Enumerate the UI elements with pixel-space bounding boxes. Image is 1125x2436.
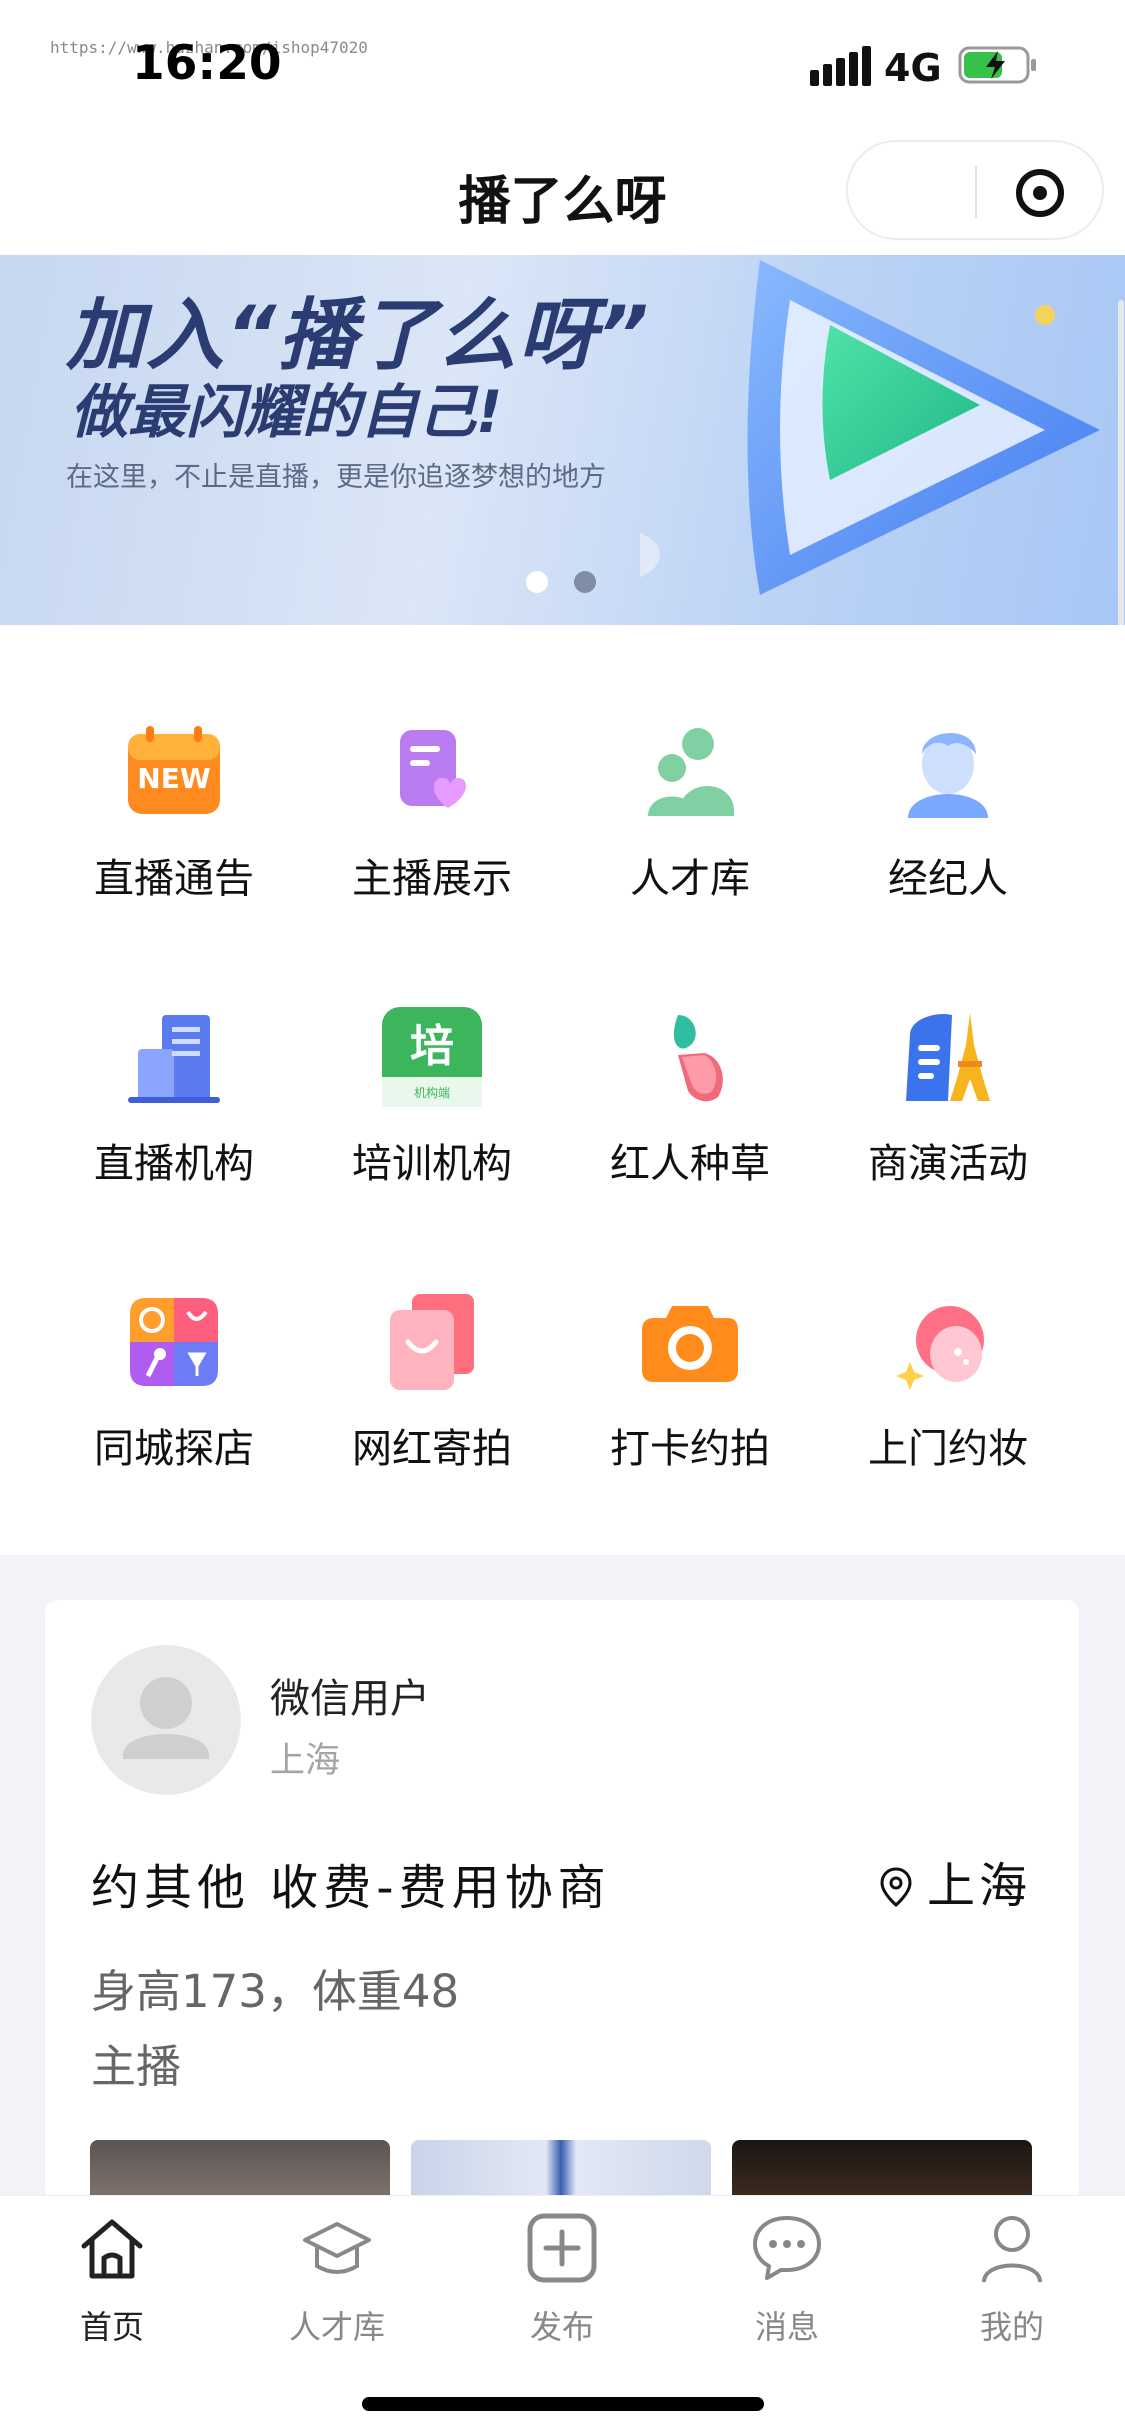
post-photo[interactable]: [732, 2140, 1032, 2200]
post-photo[interactable]: [411, 2140, 711, 2200]
tab-publish[interactable]: 发布: [472, 2212, 652, 2352]
camera-icon: [642, 1306, 738, 1382]
category-label: 同城探店: [94, 1426, 254, 1472]
post-username[interactable]: 微信用户: [270, 1666, 430, 1724]
graduation-cap-icon: [303, 2222, 371, 2274]
location-pin-icon: [880, 1867, 912, 1907]
category-item[interactable]: 打卡约拍: [576, 1290, 796, 1490]
training-icon: 培 机构端: [382, 1007, 482, 1107]
post-location: 上海: [879, 1846, 1031, 1916]
promo-banner[interactable]: 加入“播了么呀” 做最闪耀的自己! 在这里，不止是直播，更是你追逐梦想的地方: [0, 255, 1125, 625]
category-grid: NEW 直播通告 主播展示 人才库 经纪人 直播机构 培 机构端 培训机构 红人…: [0, 625, 1125, 1555]
category-item[interactable]: 培 机构端 培训机构: [318, 1005, 538, 1205]
plus-square-icon: [527, 2213, 597, 2283]
post-card[interactable]: 微信用户 上海 约其他 收费-费用协商 上海 身高173，体重48 主播: [45, 1600, 1079, 2200]
category-item[interactable]: 直播机构: [60, 1005, 280, 1205]
user-icon: [982, 2216, 1042, 2283]
category-label: 打卡约拍: [610, 1426, 770, 1472]
tab-profile[interactable]: 我的: [922, 2212, 1102, 2352]
mini-program-capsule: [846, 140, 1104, 240]
category-label: 网红寄拍: [352, 1426, 512, 1472]
close-target-icon[interactable]: [1016, 169, 1064, 217]
status-time: 16:20: [132, 36, 282, 91]
svg-text:NEW: NEW: [137, 762, 211, 795]
category-label: 红人种草: [610, 1141, 770, 1187]
status-bar: https://www.huzhan.com/ishop47020 16:20 …: [0, 0, 1125, 135]
post-role: 主播: [91, 2040, 182, 2093]
pagination-dot-active[interactable]: [526, 571, 548, 593]
category-label: 直播通告: [94, 856, 254, 902]
category-item[interactable]: 人才库: [576, 720, 796, 920]
category-label: 主播展示: [352, 856, 512, 902]
navigation-bar: 播了么呀: [0, 135, 1125, 255]
post-user-city: 上海: [270, 1741, 341, 1781]
tab-label: 首页: [79, 2308, 144, 2346]
play-triangle-art: [640, 260, 1100, 595]
sprout-icon: [673, 1015, 723, 1102]
tab-home[interactable]: 首页: [22, 2212, 202, 2352]
category-label: 培训机构: [352, 1141, 512, 1187]
tab-label: 消息: [754, 2308, 819, 2346]
new-badge-icon: NEW: [128, 726, 220, 814]
profile-heart-icon: [400, 730, 467, 808]
makeup-icon: [896, 1306, 984, 1390]
default-avatar-icon: [123, 1677, 209, 1759]
category-item[interactable]: NEW 直播通告: [60, 720, 280, 920]
category-item[interactable]: 商演活动: [834, 1005, 1054, 1205]
capsule-divider: [975, 166, 977, 218]
category-item[interactable]: 红人种草: [576, 1005, 796, 1205]
category-item[interactable]: 网红寄拍: [318, 1290, 538, 1490]
post-location-text: 上海: [926, 1858, 1031, 1914]
tab-label: 我的: [979, 2308, 1044, 2346]
tab-messages[interactable]: 消息: [697, 2212, 877, 2352]
signal-icon: [810, 44, 872, 86]
eiffel-tower-icon: [906, 1013, 990, 1101]
tab-talent[interactable]: 人才库: [247, 2212, 427, 2352]
category-item[interactable]: 同城探店: [60, 1290, 280, 1490]
banner-pagination: [526, 571, 622, 595]
agent-avatar-icon: [908, 732, 988, 818]
category-item[interactable]: 上门约妆: [834, 1290, 1054, 1490]
battery-charging-icon: [958, 46, 1036, 84]
chat-bubble-icon: [753, 2216, 821, 2280]
people-icon: [648, 728, 735, 816]
training-icon-text: 培: [410, 1021, 454, 1072]
building-icon: [128, 1015, 220, 1103]
category-label: 上门约妆: [868, 1426, 1028, 1472]
tab-label: 发布: [529, 2308, 594, 2346]
banner-subheadline: 做最闪耀的自己!: [70, 378, 503, 446]
home-icon: [81, 2219, 143, 2279]
category-item[interactable]: 主播展示: [318, 720, 538, 920]
category-label: 商演活动: [868, 1141, 1028, 1187]
training-icon-subtext: 机构端: [414, 1085, 450, 1100]
shopping-bag-icon: [390, 1294, 474, 1390]
tab-label: 人才库: [288, 2308, 385, 2346]
avatar[interactable]: [91, 1645, 241, 1795]
category-label: 人才库: [630, 856, 750, 902]
category-label: 经纪人: [888, 856, 1008, 902]
category-item[interactable]: 经纪人: [834, 720, 1054, 920]
network-type: 4G: [884, 46, 942, 90]
banner-tagline: 在这里，不止是直播，更是你追逐梦想的地方: [66, 462, 606, 493]
post-photo[interactable]: [90, 2140, 390, 2200]
entertainment-icon: [130, 1298, 218, 1386]
home-indicator[interactable]: [362, 2397, 764, 2411]
pagination-dot[interactable]: [574, 571, 596, 593]
app-screen: { "status_bar": { "watermark": "https://…: [0, 0, 1125, 2436]
category-label: 直播机构: [94, 1141, 254, 1187]
post-description: 身高173，体重48: [91, 1965, 460, 2018]
post-title: 约其他 收费-费用协商: [91, 1860, 611, 1916]
